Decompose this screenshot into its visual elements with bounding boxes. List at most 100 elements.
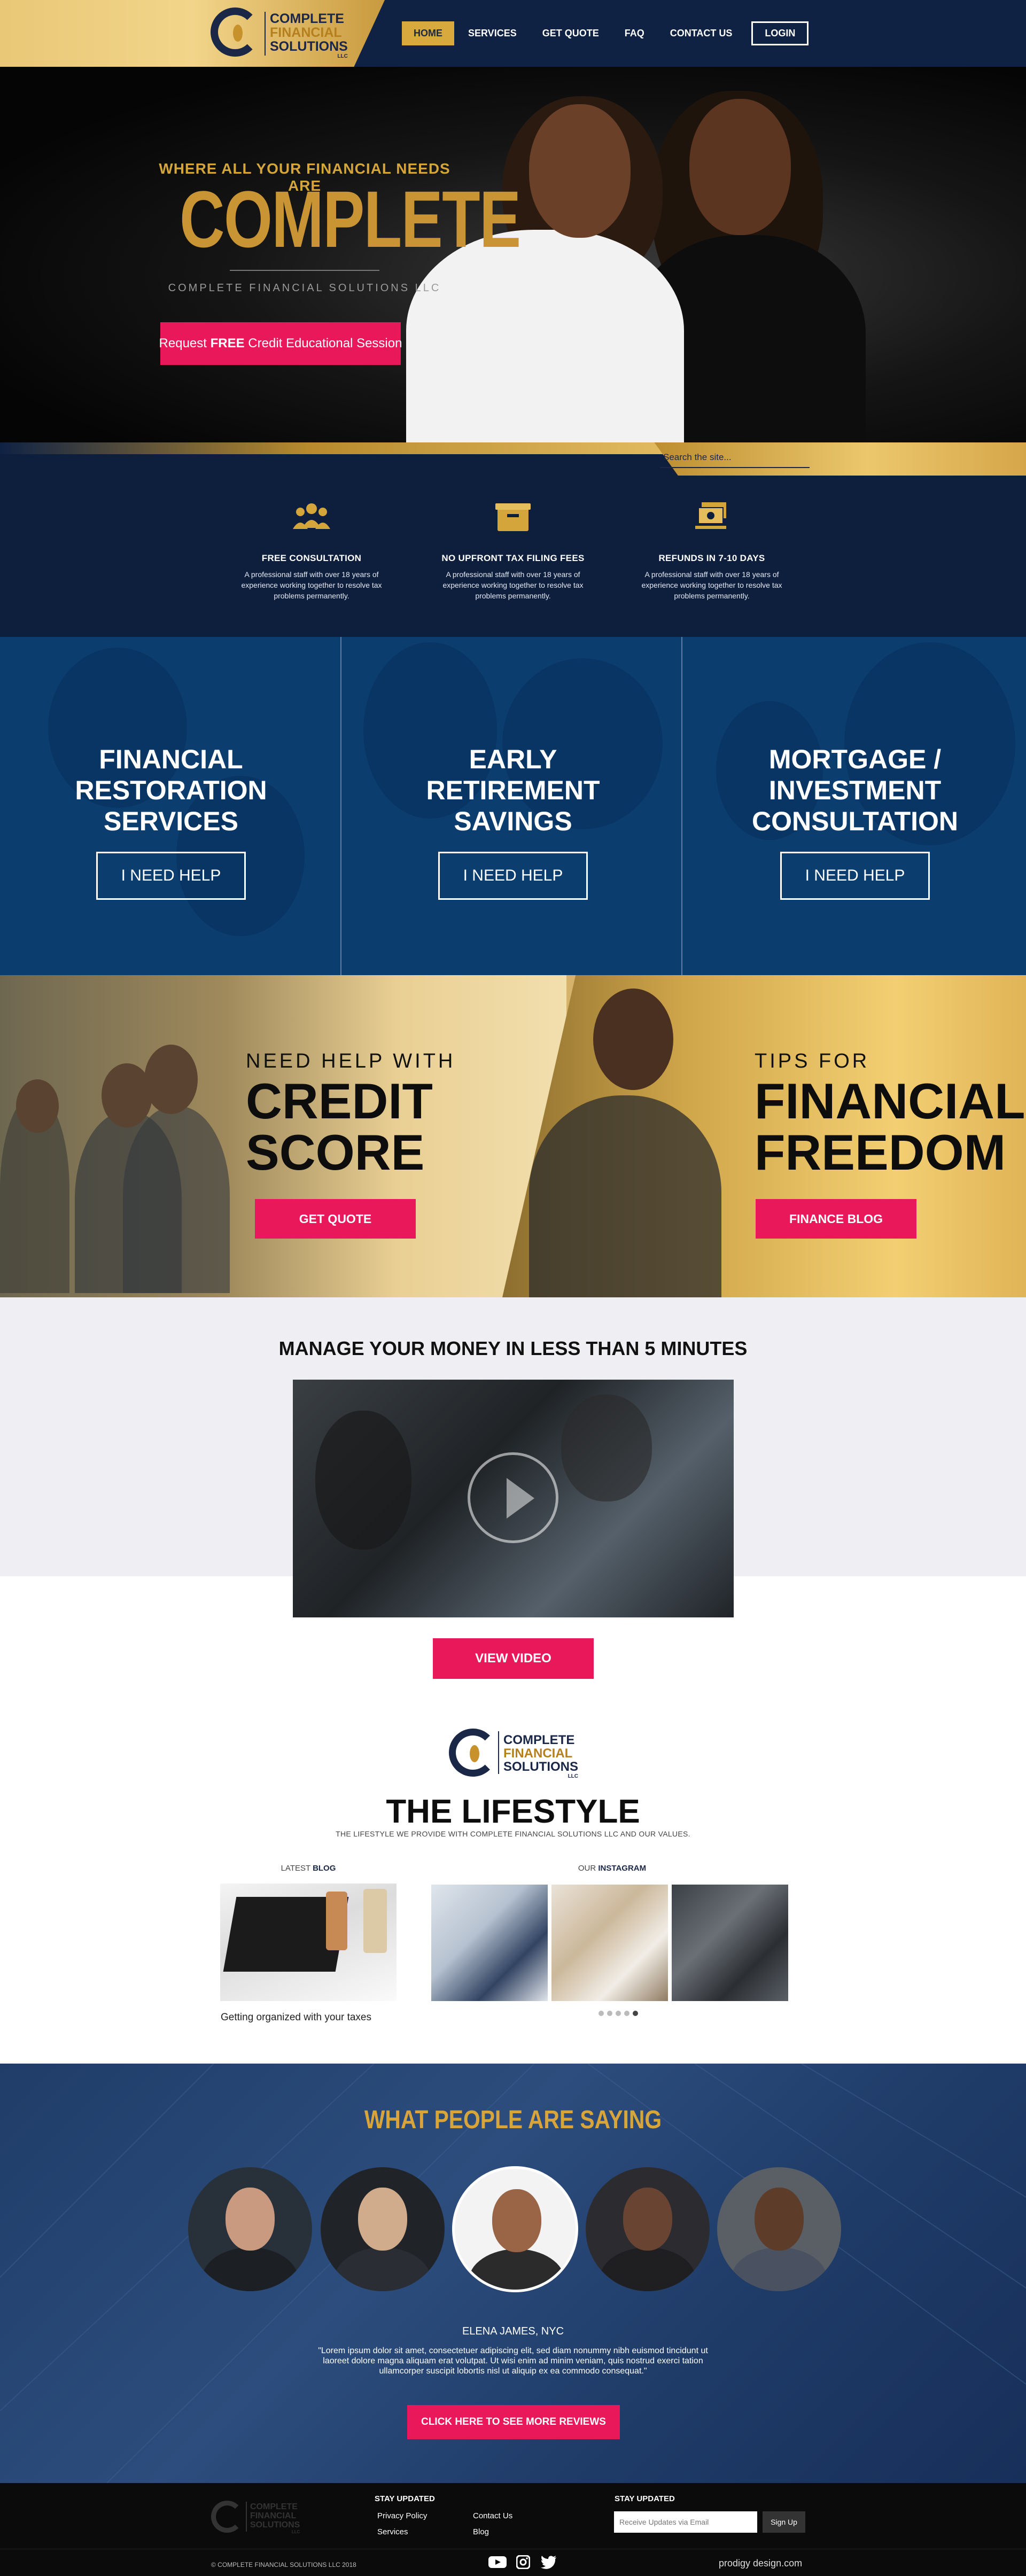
carousel-dot[interactable]	[624, 2011, 629, 2016]
signup-button[interactable]: Sign Up	[763, 2511, 805, 2533]
finance-blog-button[interactable]: FINANCE BLOG	[756, 1199, 916, 1239]
hero-person-1-face	[529, 104, 631, 238]
promo-right-line1: FINANCIAL	[755, 1073, 1025, 1129]
promo-left-line1: CREDIT	[246, 1073, 433, 1129]
instagram-icon[interactable]	[516, 2555, 530, 2569]
avatar-face	[492, 2189, 541, 2252]
footer-stay-updated-heading: STAY UPDATED	[375, 2494, 435, 2503]
features-section: FREE CONSULTATION A professional staff w…	[0, 454, 1026, 637]
lifestyle-logo-divider	[498, 1731, 499, 1774]
footer-logo-wordmark[interactable]: COMPLETE FINANCIAL SOLUTIONS LLC	[250, 2502, 300, 2534]
service-title-line: CONSULTATION	[751, 806, 959, 836]
label-prefix: OUR	[578, 1864, 598, 1873]
carousel-dot-active[interactable]	[633, 2011, 638, 2016]
avatar-torso	[469, 2249, 565, 2290]
nav-contact[interactable]: CONTACT US	[658, 21, 744, 45]
twitter-icon[interactable]	[541, 2555, 557, 2569]
copyright-text: © COMPLETE FINANCIAL SOLUTIONS LLC 2018	[211, 2561, 356, 2569]
service-divider	[340, 637, 341, 975]
testimonial-avatar-active[interactable]	[452, 2166, 578, 2292]
newsletter-email-input[interactable]	[614, 2511, 757, 2533]
logo-suffix: LLC	[568, 1773, 579, 1779]
footer-link-contact[interactable]: Contact Us	[473, 2511, 512, 2520]
lifestyle-subtitle: THE LIFESTYLE WE PROVIDE WITH COMPLETE F…	[336, 1830, 690, 1838]
service-title-line: SERVICES	[104, 806, 238, 836]
avatar-torso	[335, 2247, 431, 2291]
lifestyle-logo-wordmark: COMPLETE FINANCIAL SOLUTIONS LLC	[503, 1733, 578, 1779]
footer-link-privacy[interactable]: Privacy Policy	[377, 2511, 427, 2520]
service-financial-restoration: FINANCIAL RESTORATION SERVICES I NEED HE…	[0, 637, 342, 975]
testimonial-avatar[interactable]	[586, 2167, 710, 2291]
site-footer	[0, 2483, 1026, 2576]
feature-no-upfront-fees: NO UPFRONT TAX FILING FEES A professiona…	[428, 500, 598, 601]
logo-wordmark[interactable]: COMPLETE FINANCIAL SOLUTIONS LLC	[270, 12, 348, 59]
avatar-face	[623, 2188, 672, 2251]
i-need-help-button[interactable]: I NEED HELP	[780, 852, 930, 900]
feature-free-consultation: FREE CONSULTATION A professional staff w…	[226, 500, 397, 601]
avatar-face	[358, 2188, 407, 2251]
service-title: EARLY RETIREMENT SAVINGS	[342, 744, 684, 837]
more-reviews-button[interactable]: CLICK HERE TO SEE MORE REVIEWS	[407, 2405, 620, 2439]
main-nav: HOME SERVICES GET QUOTE FAQ CONTACT US L…	[402, 19, 809, 47]
footer-logo-icon[interactable]	[211, 2501, 243, 2533]
promo-right-kicker: TIPS FOR	[755, 1050, 870, 1072]
service-title-line: MORTGAGE /	[768, 744, 942, 774]
box-icon	[495, 503, 531, 531]
youtube-icon[interactable]	[488, 2555, 507, 2569]
request-session-button[interactable]: Request FREE Credit Educational Session	[159, 322, 402, 365]
feature-desc: A professional staff with over 18 years …	[442, 570, 584, 600]
service-title-line: EARLY	[469, 744, 557, 774]
nav-services[interactable]: SERVICES	[456, 21, 528, 45]
feature-desc: A professional staff with over 18 years …	[241, 570, 382, 600]
service-title: FINANCIAL RESTORATION SERVICES	[0, 744, 342, 837]
services-section: FINANCIAL RESTORATION SERVICES I NEED HE…	[0, 637, 1026, 975]
promo-person	[529, 1095, 721, 1297]
designer-credit[interactable]: prodigy design.com	[719, 2558, 802, 2569]
logo-line-1: COMPLETE	[503, 1733, 575, 1747]
logo-line-3: SOLUTIONS	[250, 2520, 300, 2530]
footer-link-blog[interactable]: Blog	[473, 2527, 489, 2536]
service-title-line: SAVINGS	[454, 806, 572, 836]
promo-left-heading: CREDIT SCORE	[246, 1076, 433, 1178]
i-need-help-button[interactable]: I NEED HELP	[438, 852, 588, 900]
promo-right-line2: FREEDOM	[755, 1124, 1006, 1180]
label-bold: BLOG	[313, 1864, 336, 1873]
video-person	[315, 1411, 411, 1550]
i-need-help-button[interactable]: I NEED HELP	[96, 852, 246, 900]
footer-link-services[interactable]: Services	[377, 2527, 408, 2536]
view-video-button[interactable]: VIEW VIDEO	[433, 1638, 594, 1679]
instagram-photo[interactable]	[672, 1885, 788, 2001]
nav-home[interactable]: HOME	[402, 21, 454, 45]
logo-line-1: COMPLETE	[270, 11, 344, 26]
video-title: MANAGE YOUR MONEY IN LESS THAN 5 MINUTES	[278, 1337, 748, 1359]
carousel-dot[interactable]	[598, 2011, 604, 2016]
nav-get-quote[interactable]: GET QUOTE	[531, 21, 611, 45]
feature-title: FREE CONSULTATION	[261, 553, 362, 563]
instagram-photo[interactable]	[551, 1885, 668, 2001]
carousel-dot[interactable]	[607, 2011, 612, 2016]
testimonial-avatar[interactable]	[717, 2167, 841, 2291]
testimonial-avatar[interactable]	[188, 2167, 312, 2291]
instagram-photo[interactable]	[431, 1885, 548, 2001]
service-title-line: RETIREMENT	[426, 775, 600, 805]
carousel-dot[interactable]	[616, 2011, 621, 2016]
people-icon	[293, 503, 330, 529]
nav-faq[interactable]: FAQ	[613, 21, 656, 45]
service-title-line: FINANCIAL	[99, 744, 243, 774]
login-button[interactable]: LOGIN	[751, 21, 809, 45]
search-input[interactable]	[660, 448, 810, 468]
logo-suffix: LLC	[291, 2530, 300, 2534]
feature-title: NO UPFRONT TAX FILING FEES	[441, 553, 585, 563]
lifestyle-title: THE LIFESTYLE	[386, 1793, 640, 1830]
cta-prefix: Request	[159, 336, 211, 351]
get-quote-button[interactable]: GET QUOTE	[255, 1199, 416, 1239]
avatar-torso	[600, 2247, 696, 2291]
logo-icon[interactable]	[211, 7, 260, 57]
avatar-face	[755, 2188, 804, 2251]
blog-caption-link[interactable]: Getting organized with your taxes	[221, 2012, 371, 2024]
service-title-line: INVESTMENT	[768, 775, 942, 805]
testimonial-avatar[interactable]	[321, 2167, 445, 2291]
promo-person-head	[144, 1045, 198, 1114]
hero-divider	[230, 270, 379, 271]
logo-line-1: COMPLETE	[250, 2502, 298, 2511]
